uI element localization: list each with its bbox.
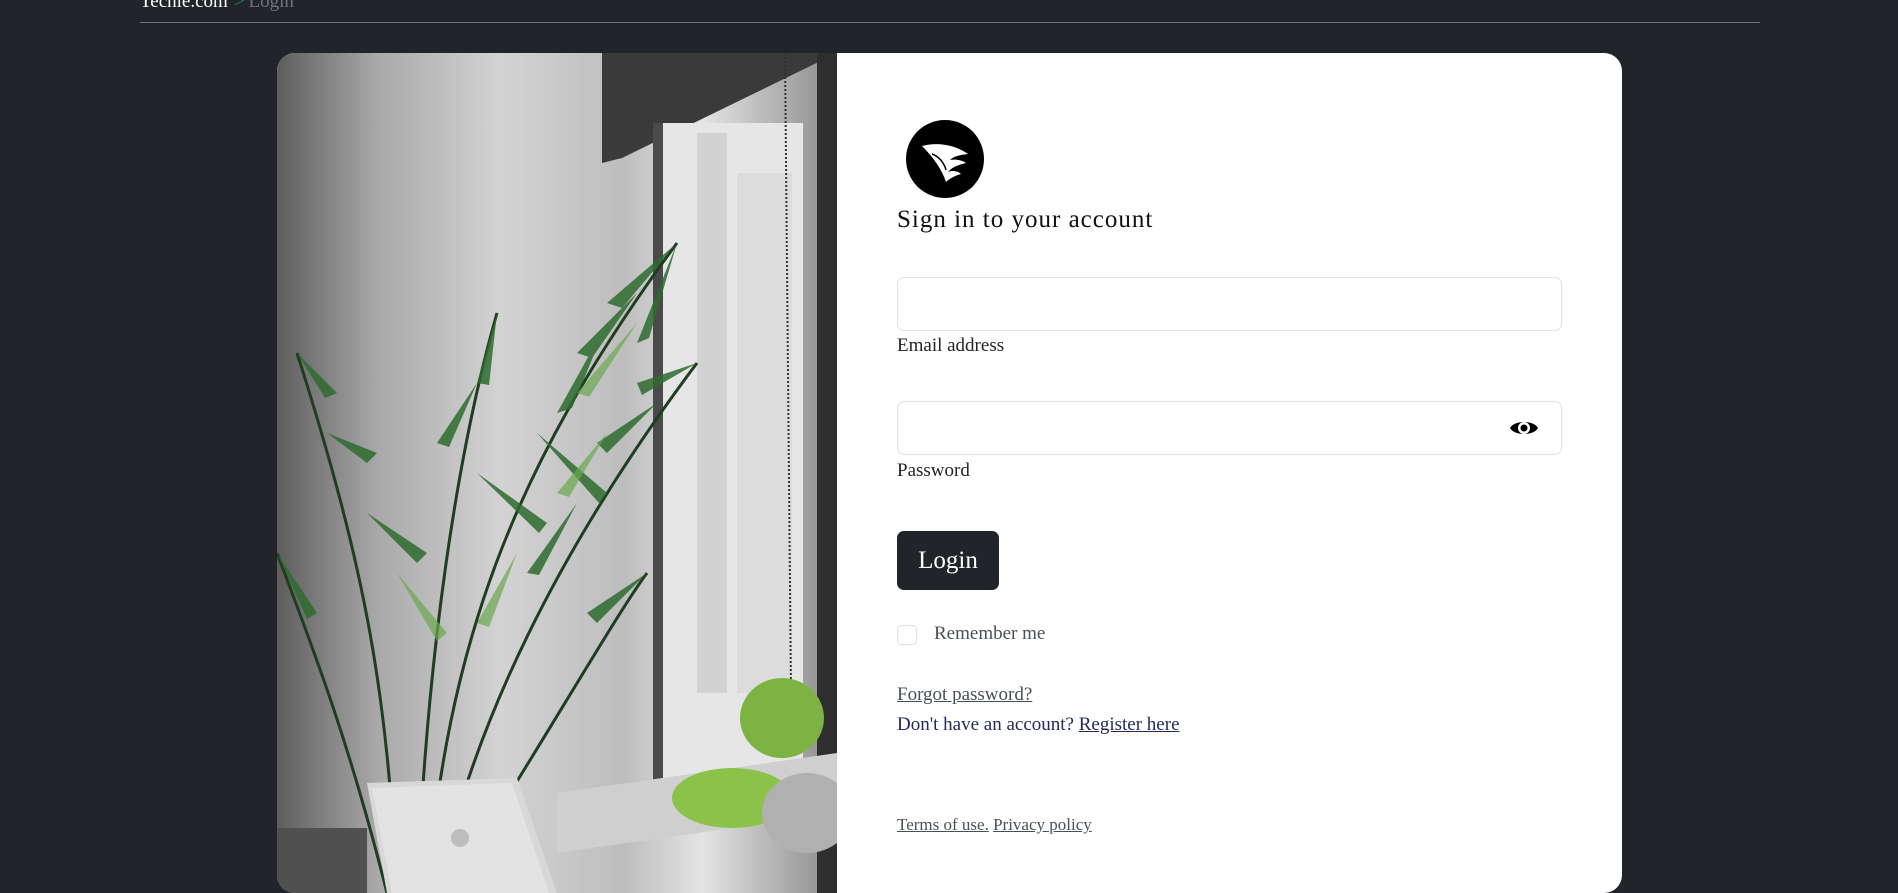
- remember-me-checkbox[interactable]: [897, 625, 917, 645]
- terms-link[interactable]: Terms of use.: [897, 815, 989, 834]
- eye-icon[interactable]: [1509, 417, 1539, 439]
- hero-photo: [277, 53, 837, 893]
- brand-logo: [906, 120, 984, 198]
- password-input[interactable]: [898, 402, 1561, 454]
- top-bar: Techie.com > Login: [140, 0, 1760, 23]
- email-input[interactable]: [898, 278, 1561, 330]
- password-field[interactable]: [897, 401, 1562, 455]
- hero-photo-illustration: [277, 53, 837, 893]
- remember-me-label[interactable]: Remember me: [934, 623, 1045, 645]
- email-label: Email address: [897, 335, 1005, 356]
- legal-links: Terms of use. Privacy policy: [897, 815, 1092, 835]
- register-prompt: Don't have an account? Register here: [897, 714, 1180, 736]
- register-link[interactable]: Register here: [1079, 714, 1180, 735]
- wing-icon: [922, 144, 968, 182]
- register-prompt-text: Don't have an account?: [897, 714, 1074, 735]
- breadcrumb-home-link[interactable]: Techie.com: [140, 0, 228, 12]
- password-label: Password: [897, 460, 970, 481]
- login-form: Sign in to your account Email address Pa…: [897, 53, 1577, 893]
- forgot-password-link[interactable]: Forgot password?: [897, 684, 1032, 706]
- breadcrumb: Techie.com > Login: [140, 0, 294, 14]
- login-card: Sign in to your account Email address Pa…: [277, 53, 1622, 893]
- email-field[interactable]: [897, 277, 1562, 331]
- privacy-link[interactable]: Privacy policy: [993, 815, 1092, 834]
- breadcrumb-current: Login: [248, 0, 294, 12]
- breadcrumb-separator: >: [233, 0, 245, 12]
- page-title: Sign in to your account: [897, 206, 1154, 233]
- login-button[interactable]: Login: [897, 531, 999, 590]
